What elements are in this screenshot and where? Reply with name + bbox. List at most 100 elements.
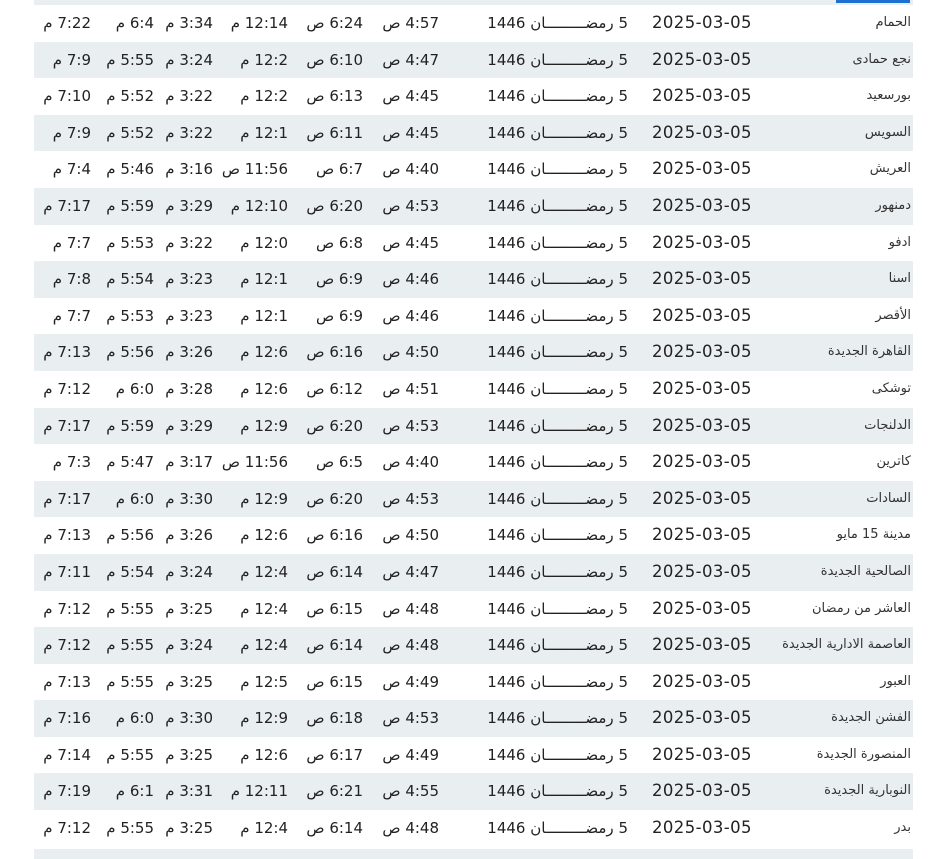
table-row: النوبارية الجديدة 2025-03-05 5 رمضــــــــ… — [34, 773, 913, 811]
fajr-time-cell: 4:53 ص — [382, 196, 439, 215]
sunrise-time-cell: 6:21 ص — [306, 782, 363, 801]
isha-time-cell: 7:22 م — [43, 14, 91, 32]
gregorian-date-cell: 2025-03-05 — [652, 342, 752, 362]
dhuhr-time-cell: 12:1 م — [240, 306, 288, 325]
sunrise-time-cell: 6:18 ص — [306, 709, 363, 728]
table-row: العاشر من رمضان 2025-03-05 5 رمضـــــــــا… — [34, 591, 913, 628]
asr-time-cell: 3:24 م — [165, 50, 213, 69]
fajr-time-cell: 4:49 ص — [382, 745, 439, 764]
asr-time-cell: 3:30 م — [165, 489, 213, 508]
fajr-time-cell: 4:53 ص — [382, 489, 439, 508]
asr-time-cell: 3:29 م — [165, 196, 213, 215]
table-row: ادفو 2025-03-05 5 رمضـــــــــان 1446 4:45 … — [34, 225, 913, 262]
fajr-time-cell: 4:45 ص — [382, 87, 439, 106]
hijri-date-cell: 5 رمضـــــــــان 1446 — [487, 160, 628, 179]
dhuhr-time-cell: 12:4 م — [240, 562, 288, 581]
sunrise-time-cell: 6:14 ص — [306, 819, 363, 838]
isha-time-cell: 7:13 م — [43, 343, 91, 362]
dhuhr-time-cell: 12:11 م — [230, 782, 288, 801]
hijri-date-cell: 5 رمضـــــــــان 1446 — [487, 343, 628, 362]
dhuhr-time-cell: 12:1 م — [240, 123, 288, 142]
maghrib-time-cell: 5:55 م — [106, 672, 154, 691]
hijri-date-cell: 5 رمضـــــــــان 1446 — [487, 819, 628, 838]
maghrib-time-cell: 5:53 م — [106, 306, 154, 325]
maghrib-time-cell: 5:52 م — [106, 123, 154, 142]
table-row: العبور 2025-03-05 5 رمضـــــــــان 1446 4:4… — [34, 664, 913, 701]
fajr-time-cell: 4:49 ص — [382, 672, 439, 691]
isha-time-cell: 7:19 م — [43, 782, 91, 801]
sunrise-time-cell: 6:20 ص — [306, 196, 363, 215]
isha-time-cell: 7:9 م — [52, 50, 91, 69]
gregorian-date-cell: 2025-03-05 — [652, 598, 752, 618]
sunrise-time-cell: 6:15 ص — [306, 599, 363, 618]
table-row: بورسعيد 2025-03-05 5 رمضـــــــــان 1446 4:… — [34, 78, 913, 115]
hijri-date-cell: 5 رمضـــــــــان 1446 — [487, 14, 628, 32]
sunrise-time-cell: 6:9 ص — [315, 270, 363, 289]
dhuhr-time-cell: 12:4 م — [240, 636, 288, 655]
isha-time-cell: 7:11 م — [43, 562, 91, 581]
sunrise-time-cell: 6:14 ص — [306, 636, 363, 655]
hijri-date-cell: 5 رمضـــــــــان 1446 — [487, 50, 628, 69]
maghrib-time-cell: 5:55 م — [106, 819, 154, 838]
gregorian-date-cell: 2025-03-05 — [652, 195, 752, 215]
asr-time-cell: 3:17 م — [165, 453, 213, 472]
fajr-time-cell: 4:55 ص — [382, 782, 439, 801]
asr-time-cell: 3:24 م — [165, 562, 213, 581]
asr-time-cell: 3:34 م — [165, 14, 213, 32]
dhuhr-time-cell: 12:5 م — [240, 672, 288, 691]
asr-time-cell: 3:31 م — [165, 782, 213, 801]
isha-time-cell: 7:8 م — [52, 270, 91, 289]
asr-time-cell: 3:25 م — [165, 745, 213, 764]
sunrise-time-cell: 6:12 ص — [306, 379, 363, 398]
asr-time-cell: 3:28 م — [165, 379, 213, 398]
maghrib-time-cell: 6:0 م — [115, 379, 154, 398]
maghrib-time-cell: 5:59 م — [106, 196, 154, 215]
dhuhr-time-cell: 12:6 م — [240, 526, 288, 545]
gregorian-date-cell: 2025-03-05 — [652, 269, 752, 289]
table-row-partial — [34, 849, 913, 859]
isha-time-cell: 7:10 م — [43, 87, 91, 106]
fajr-time-cell: 4:53 ص — [382, 709, 439, 728]
maghrib-time-cell: 6:1 م — [115, 782, 154, 801]
hijri-date-cell: 5 رمضـــــــــان 1446 — [487, 672, 628, 691]
maghrib-time-cell: 5:53 م — [106, 233, 154, 252]
dhuhr-time-cell: 12:6 م — [240, 745, 288, 764]
maghrib-time-cell: 5:59 م — [106, 416, 154, 435]
isha-time-cell: 7:12 م — [43, 636, 91, 655]
isha-time-cell: 7:16 م — [43, 709, 91, 728]
maghrib-time-cell: 5:55 م — [106, 599, 154, 618]
dhuhr-time-cell: 12:6 م — [240, 343, 288, 362]
maghrib-time-cell: 5:56 م — [106, 526, 154, 545]
asr-time-cell: 3:25 م — [165, 672, 213, 691]
isha-time-cell: 7:17 م — [43, 489, 91, 508]
table-row: السويس 2025-03-05 5 رمضـــــــــان 1446 4:4… — [34, 114, 913, 152]
sunrise-time-cell: 6:14 ص — [306, 562, 363, 581]
gregorian-date-cell: 2025-03-05 — [652, 305, 752, 325]
fajr-time-cell: 4:45 ص — [382, 123, 439, 142]
hijri-date-cell: 5 رمضـــــــــان 1446 — [487, 782, 628, 801]
table-row: بدر 2025-03-05 5 رمضـــــــــان 1446 4:48 ص… — [34, 810, 913, 847]
table-row: دمنهور 2025-03-05 5 رمضـــــــــان 1446 4:5… — [34, 187, 913, 225]
hijri-date-cell: 5 رمضـــــــــان 1446 — [487, 526, 628, 545]
gregorian-date-cell: 2025-03-05 — [652, 122, 752, 142]
dhuhr-time-cell: 12:10 م — [230, 196, 288, 215]
hijri-date-cell: 5 رمضـــــــــان 1446 — [487, 196, 628, 215]
asr-time-cell: 3:22 م — [165, 233, 213, 252]
maghrib-time-cell: 5:54 م — [106, 562, 154, 581]
table-row: العاصمة الادارية الجديدة 2025-03-05 5 رمضـ… — [34, 627, 913, 664]
fajr-time-cell: 4:50 ص — [382, 343, 439, 362]
asr-time-cell: 3:25 م — [165, 599, 213, 618]
prayer-times-table: الحمام 2025-03-05 5 رمضـــــــــان 1446 4:5… — [34, 5, 913, 847]
hijri-date-cell: 5 رمضـــــــــان 1446 — [487, 379, 628, 398]
fajr-time-cell: 4:47 ص — [382, 562, 439, 581]
fajr-time-cell: 4:50 ص — [382, 526, 439, 545]
gregorian-date-cell: 2025-03-05 — [652, 744, 752, 764]
asr-time-cell: 3:24 م — [165, 636, 213, 655]
sunrise-time-cell: 6:8 ص — [315, 233, 363, 252]
gregorian-date-cell: 2025-03-05 — [652, 671, 752, 691]
isha-time-cell: 7:7 م — [52, 233, 91, 252]
dhuhr-time-cell: 11:56 ص — [221, 453, 288, 472]
isha-time-cell: 7:4 م — [52, 160, 91, 179]
dhuhr-time-cell: 12:4 م — [240, 599, 288, 618]
hijri-date-cell: 5 رمضـــــــــان 1446 — [487, 270, 628, 289]
